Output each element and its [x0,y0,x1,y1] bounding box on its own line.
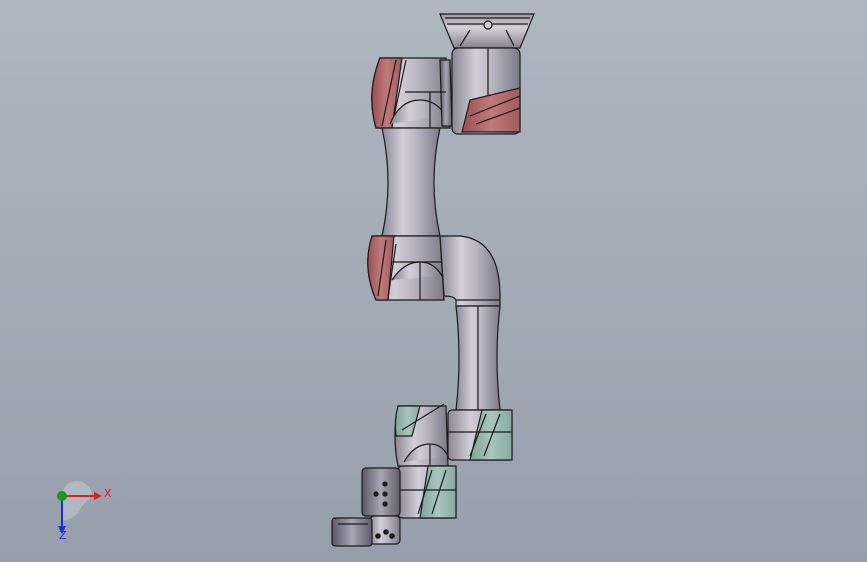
triad-axes-graphic [57,481,102,534]
x-axis-arrow [94,492,102,500]
joint-5 [394,403,449,467]
base-flange [439,13,535,49]
graphics-viewport[interactable]: X Y Z [0,0,867,562]
z-axis-label: Z [59,529,67,542]
joint-2 [371,57,453,129]
x-axis-label: X [104,487,112,500]
tool-flange [331,467,401,547]
joint-3 [367,235,445,301]
reference-triad: X Y Z [40,480,130,550]
joint-6 [397,465,457,519]
joint-1 [451,47,521,135]
forearm-link [455,305,501,411]
upper-arm-link [381,127,441,237]
elbow-bend [439,235,501,307]
joint-4 [447,409,513,461]
robot-arm-model[interactable] [0,0,867,562]
y-axis-dot [57,491,67,501]
